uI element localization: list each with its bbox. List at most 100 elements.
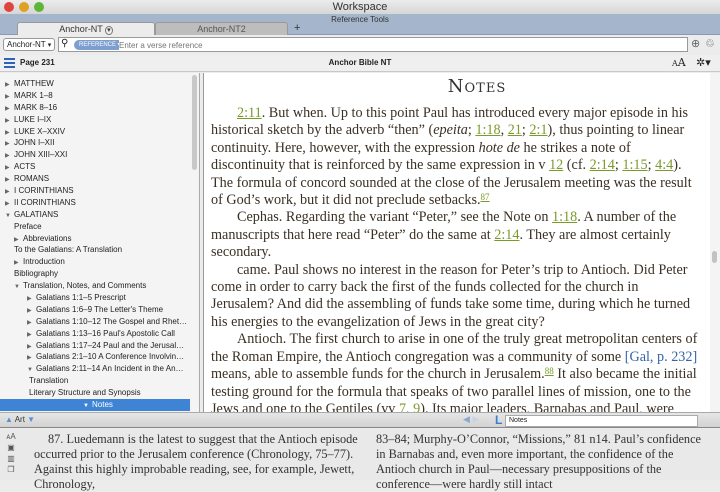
art-toggle[interactable]: ▲ Art ▼ [5, 415, 35, 424]
disclosure-closed-icon[interactable]: ▶ [5, 138, 14, 149]
scripture-link[interactable]: 2:1 [529, 122, 547, 138]
sidebar-item[interactable]: ▶ ROMANS [0, 173, 190, 185]
forward-arrow-icon[interactable]: ▶ [472, 414, 479, 424]
sidebar-item[interactable]: ▶ LUKE I–IX [0, 114, 190, 126]
disclosure-closed-icon[interactable]: ▶ [5, 198, 14, 209]
notes-field[interactable]: Notes [505, 415, 698, 427]
sidebar-item[interactable]: Preface [0, 221, 190, 233]
back-arrow-icon[interactable]: ◀ [463, 414, 470, 424]
font-size-icon[interactable]: ᴀA [5, 431, 17, 442]
sidebar-item-label: JOHN I–XII [14, 138, 55, 148]
sidebar-item[interactable]: ▶ ACTS [0, 161, 190, 173]
footnote-marker[interactable]: 88 [545, 366, 554, 376]
scripture-link[interactable]: 4:4 [655, 157, 673, 173]
scripture-link[interactable]: 1:18 [475, 122, 500, 138]
sidebar-item[interactable]: ▶ Galatians 1:10–12 The Gospel and Rhet… [0, 316, 190, 328]
sidebar-item[interactable]: ▶ Galatians 1:13–16 Paul's Apostolic Call [0, 328, 190, 340]
sidebar-item[interactable]: ▶ JOHN I–XII [0, 137, 190, 149]
reading-scrollbar[interactable] [710, 73, 720, 412]
link-sets-icon[interactable]: ♲ [705, 37, 715, 50]
sidebar-item[interactable]: Translation [0, 375, 190, 387]
italic-term: hote de [478, 139, 520, 156]
disclosure-closed-icon[interactable]: ▶ [14, 257, 23, 268]
disclosure-closed-icon[interactable]: ▶ [27, 329, 36, 340]
zoom-button[interactable] [34, 2, 44, 12]
sidebar-item-label: II CORINTHIANS [14, 197, 76, 207]
sidebar-item[interactable]: ▶ MATTHEW [0, 78, 190, 90]
reference-mode-button[interactable]: REFERENCE ▾ [74, 40, 126, 50]
sidebar-item[interactable]: Literary Structure and Synopsis [0, 387, 190, 399]
disclosure-closed-icon[interactable]: ▶ [27, 293, 36, 304]
sidebar-item[interactable]: ▶ Galatians 1:1–5 Prescript [0, 292, 190, 304]
resource-select-value: Anchor-NT [7, 40, 46, 49]
sidebar-item[interactable]: ▼ Notes [0, 399, 190, 411]
tab-anchor-nt2[interactable]: Anchor-NT2 [155, 22, 288, 35]
link-icon[interactable]: L [495, 413, 502, 427]
sidebar-item[interactable]: ▶ II CORINTHIANS [0, 197, 190, 209]
footnote-text-right: 83–84; Murphy-O’Connor, “Missions,” 81 n… [376, 432, 701, 491]
disclosure-closed-icon[interactable]: ▶ [5, 186, 14, 197]
minimize-button[interactable] [19, 2, 29, 12]
window-icon[interactable]: ❐ [5, 464, 17, 475]
disclosure-closed-icon[interactable]: ▶ [27, 317, 36, 328]
disclosure-closed-icon[interactable]: ▶ [5, 79, 14, 90]
font-size-button[interactable]: AA [672, 56, 686, 69]
disclosure-closed-icon[interactable]: ▶ [14, 234, 23, 245]
sidebar-item[interactable]: ▼ Galatians 2:11–14 An Incident in the An… [0, 363, 190, 375]
triangle-up-icon[interactable]: ▲ [5, 415, 13, 424]
sidebar-item[interactable]: ▶ JOHN XIII–XXI [0, 149, 190, 161]
add-tab-button[interactable]: + [294, 22, 300, 34]
scripture-link[interactable]: 2:11 [237, 105, 262, 121]
disclosure-closed-icon[interactable]: ▶ [5, 162, 14, 173]
footnote-marker[interactable]: 87 [481, 192, 490, 202]
resource-select[interactable]: Anchor-NT ▾ [3, 38, 55, 51]
add-circle-icon[interactable]: ⊕ [691, 37, 700, 50]
disclosure-closed-icon[interactable]: ▶ [5, 174, 14, 185]
chevron-down-icon[interactable]: ▾ [105, 26, 113, 35]
disclosure-closed-icon[interactable]: ▶ [27, 305, 36, 316]
scripture-link[interactable]: 1:18 [552, 209, 577, 225]
sidebar-item[interactable]: ▶ Galatians 1:17–24 Paul and the Jerusal… [0, 340, 190, 352]
disclosure-open-icon[interactable]: ▼ [5, 210, 14, 221]
disclosure-closed-icon[interactable]: ▶ [27, 352, 36, 363]
sidebar-item[interactable]: ▶ LUKE X–XXIV [0, 126, 190, 138]
trash-icon[interactable]: ▥ [5, 453, 17, 464]
scripture-link[interactable]: 2:14 [494, 227, 519, 243]
verse-reference-input[interactable] [119, 39, 679, 51]
disclosure-open-icon[interactable]: ▼ [27, 364, 36, 375]
sidebar-item[interactable]: ▶ I CORINTHIANS [0, 185, 190, 197]
triangle-down-icon[interactable]: ▼ [27, 415, 35, 424]
sidebar-item[interactable]: ▶ Galatians 2:1–10 A Conference Involvin… [0, 351, 190, 363]
disclosure-closed-icon[interactable]: ▶ [5, 91, 14, 102]
tab-anchor-nt[interactable]: Anchor-NT ▾ [17, 22, 155, 35]
copy-icon[interactable]: ▣ [5, 442, 17, 453]
scripture-link[interactable]: 2:14 [590, 157, 615, 173]
sidebar-item[interactable]: ▼ Translation, Notes, and Comments [0, 280, 190, 292]
sidebar-item[interactable]: ▶ Introduction [0, 256, 190, 268]
sidebar-item[interactable]: ▶ Abbreviations [0, 233, 190, 245]
search-icon[interactable]: ⚲ [61, 38, 68, 49]
disclosure-open-icon[interactable]: ▼ [14, 281, 23, 292]
sidebar-item[interactable]: ▼ GALATIANS [0, 209, 190, 221]
close-button[interactable] [4, 2, 14, 12]
scripture-link[interactable]: 7 [399, 401, 406, 412]
sidebar-item[interactable]: To the Galatians: A Translation [0, 244, 190, 256]
sidebar-item[interactable]: Bibliography [0, 268, 190, 280]
disclosure-closed-icon[interactable]: ▶ [5, 103, 14, 114]
scripture-link[interactable]: 1:15 [622, 157, 647, 173]
disclosure-closed-icon[interactable]: ▶ [5, 127, 14, 138]
sidebar-item[interactable]: ▶ MARK 1–8 [0, 90, 190, 102]
page-marker: [Gal, p. 232] [624, 348, 698, 365]
disclosure-closed-icon[interactable]: ▶ [5, 115, 14, 126]
disclosure-closed-icon[interactable]: ▶ [5, 150, 14, 161]
sidebar-item[interactable]: ▶ MARK 8–16 [0, 102, 190, 114]
scripture-link[interactable]: 21 [508, 122, 522, 138]
scripture-link[interactable]: 12 [549, 157, 563, 173]
sidebar-scrollbar[interactable] [192, 75, 197, 170]
sidebar-item[interactable]: ▶ Galatians 1:6–9 The Letter's Theme [0, 304, 190, 316]
scroll-thumb[interactable] [712, 251, 717, 263]
gear-icon[interactable]: ✲▾ [696, 56, 711, 69]
disclosure-open-icon[interactable]: ▼ [83, 400, 92, 411]
sidebar-item-label: Abbreviations [23, 233, 72, 243]
disclosure-closed-icon[interactable]: ▶ [27, 341, 36, 352]
